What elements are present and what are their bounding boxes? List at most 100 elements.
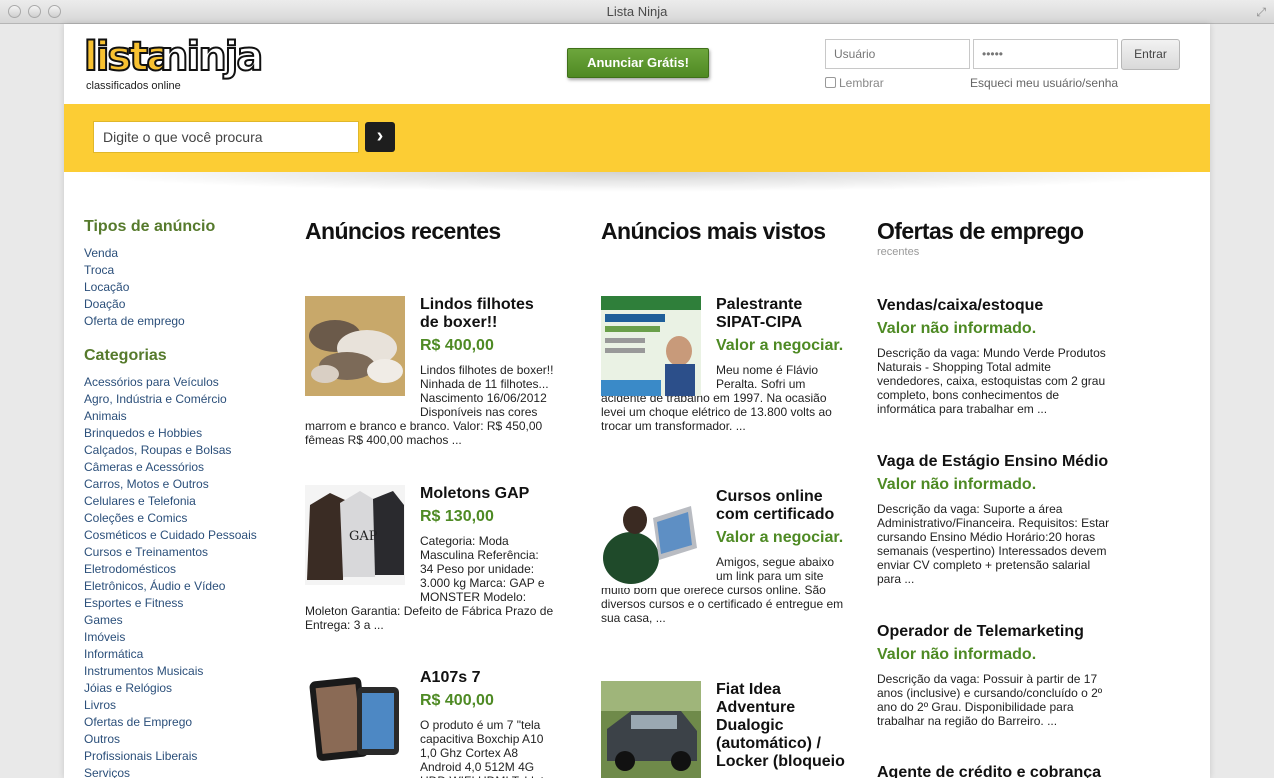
category-item[interactable]: Outros <box>84 731 284 748</box>
category-item[interactable]: Carros, Motos e Outros <box>84 476 284 493</box>
ad-title[interactable]: Moletons GAP <box>420 485 555 503</box>
category-item[interactable]: Games <box>84 612 284 629</box>
ad-price: R$ 130,00 <box>420 508 494 525</box>
window-title: Lista Ninja <box>606 4 668 19</box>
category-item[interactable]: Esportes e Fitness <box>84 595 284 612</box>
logo-text-lista: lista <box>83 33 174 81</box>
category-item[interactable]: Celulares e Telefonia <box>84 493 284 510</box>
online-course-image <box>601 488 701 588</box>
ad-title[interactable]: Fiat Idea Adventure Dualogic (automático… <box>716 681 851 771</box>
ad-photo-car[interactable] <box>601 681 701 778</box>
ad-desc-side: Amigos, segue abaixo um link para um sit… <box>716 555 835 583</box>
ad-photo-laptop-man[interactable] <box>601 488 701 588</box>
job-item[interactable]: Vendas/caixa/estoque Valor não informado… <box>877 297 1117 416</box>
job-item[interactable]: Vaga de Estágio Ensino Médio Valor não i… <box>877 453 1117 586</box>
ad-photo-tablet[interactable] <box>305 669 405 769</box>
ad-price: R$ 400,00 <box>420 337 494 354</box>
ad-desc-side: Categoria: Moda Masculina Referência: 34… <box>420 534 545 604</box>
sidebar-item-oferta-emprego[interactable]: Oferta de emprego <box>84 313 284 330</box>
category-item[interactable]: Serviços <box>84 765 284 778</box>
window-titlebar: Lista Ninja ⤢ <box>0 0 1274 24</box>
category-item[interactable]: Acessórios para Veículos <box>84 374 284 391</box>
recent-ads-column: Anúncios recentes <box>305 218 565 245</box>
category-item[interactable]: Livros <box>84 697 284 714</box>
ad-title[interactable]: Palestrante SIPAT-CIPA <box>716 296 851 332</box>
ad-desc-side: O produto é um 7 "tela capacitiva Boxchi… <box>420 718 544 778</box>
category-item[interactable]: Cosméticos e Cuidado Pessoais <box>84 527 284 544</box>
post-free-ad-button[interactable]: Anunciar Grátis! <box>567 48 709 78</box>
category-item[interactable]: Coleções e Comics <box>84 510 284 527</box>
sidebar-item-locacao[interactable]: Locação <box>84 279 284 296</box>
ad-card[interactable]: Palestrante SIPAT-CIPA Valor a negociar.… <box>601 296 851 433</box>
ad-photo-puppies[interactable] <box>305 296 405 396</box>
job-title[interactable]: Agente de crédito e cobrança <box>877 764 1117 778</box>
job-item[interactable]: Agente de crédito e cobrança <box>877 764 1117 778</box>
job-value: Valor não informado. <box>877 646 1037 663</box>
jobs-list: Vendas/caixa/estoque Valor não informado… <box>877 24 1117 778</box>
ad-price: Valor a negociar. <box>716 337 844 354</box>
category-item[interactable]: Cursos e Treinamentos <box>84 544 284 561</box>
job-value: Valor não informado. <box>877 320 1037 337</box>
car-image <box>601 681 701 778</box>
hoodies-image: GAP <box>305 485 405 585</box>
sidebar-item-venda[interactable]: Venda <box>84 245 284 262</box>
ad-desc-full: acidente de trabalho em 1997. Na ocasião… <box>601 391 832 433</box>
checkbox-icon[interactable] <box>825 77 836 88</box>
job-value: Valor não informado. <box>877 476 1037 493</box>
ad-card[interactable]: GAP Moletons GAP R$ 130,00 Categoria: Mo… <box>305 485 555 632</box>
category-item[interactable]: Instrumentos Musicais <box>84 663 284 680</box>
category-item[interactable]: Calçados, Roupas e Bolsas <box>84 442 284 459</box>
puppies-image <box>305 296 405 396</box>
categories-list: Acessórios para Veículos Agro, Indústria… <box>84 374 284 778</box>
ad-card[interactable]: Fiat Idea Adventure Dualogic (automático… <box>601 681 851 778</box>
logo-tagline: classificados online <box>86 80 181 92</box>
job-description: Descrição da vaga: Mundo Verde Produtos … <box>877 346 1106 416</box>
search-input[interactable]: Digite o que você procura <box>93 121 359 153</box>
most-viewed-heading: Anúncios mais vistos <box>601 218 826 244</box>
category-item[interactable]: Agro, Indústria e Comércio <box>84 391 284 408</box>
job-title[interactable]: Vaga de Estágio Ensino Médio <box>877 453 1117 471</box>
ad-desc-full: marrom e branco e branco. Valor: R$ 450,… <box>305 419 543 447</box>
category-item[interactable]: Animais <box>84 408 284 425</box>
sidebar-item-doacao[interactable]: Doação <box>84 296 284 313</box>
category-item[interactable]: Imóveis <box>84 629 284 646</box>
recent-ads-heading: Anúncios recentes <box>305 218 501 244</box>
page: lista ninja classificados online Anuncia… <box>64 24 1210 778</box>
fullscreen-icon[interactable]: ⤢ <box>1256 5 1266 20</box>
site-logo[interactable]: lista ninja classificados online <box>83 33 264 96</box>
category-item[interactable]: Eletrodomésticos <box>84 561 284 578</box>
sidebar-item-troca[interactable]: Troca <box>84 262 284 279</box>
category-item[interactable]: Eletrônicos, Áudio e Vídeo <box>84 578 284 595</box>
job-description: Descrição da vaga: Suporte a área Admini… <box>877 502 1110 586</box>
ad-types-heading: Tipos de anúncio <box>84 218 216 235</box>
ad-price: R$ 400,00 <box>420 692 494 709</box>
ad-card[interactable]: Lindos filhotes de boxer!! R$ 400,00 Lin… <box>305 296 555 447</box>
ad-desc-side: Meu nome é Flávio Peralta. Sofri um <box>716 363 819 391</box>
category-item[interactable]: Profissionais Liberais <box>84 748 284 765</box>
ad-price: Valor a negociar. <box>716 529 844 546</box>
ad-title[interactable]: Lindos filhotes de boxer!! <box>420 296 555 332</box>
ad-title[interactable]: Cursos online com certificado <box>716 488 851 524</box>
category-item[interactable]: Câmeras e Acessórios <box>84 459 284 476</box>
ad-photo-speaker[interactable] <box>601 296 701 396</box>
job-title[interactable]: Vendas/caixa/estoque <box>877 297 1117 315</box>
ad-card[interactable]: A107s 7 R$ 400,00 O produto é um 7 "tela… <box>305 669 555 778</box>
logo-text-ninja: ninja <box>159 33 264 81</box>
tablet-image <box>305 669 405 769</box>
job-description: Descrição da vaga: Possuir à partir de 1… <box>877 672 1103 728</box>
ad-title[interactable]: A107s 7 <box>420 669 555 687</box>
search-submit-button[interactable]: › <box>365 122 395 152</box>
category-item[interactable]: Jóias e Relógios <box>84 680 284 697</box>
chevron-right-icon: › <box>376 125 384 147</box>
ad-desc-side: Lindos filhotes de boxer!! Ninhada de 11… <box>420 363 554 419</box>
ad-desc-full: Moleton Garantia: Defeito de Fábrica Pra… <box>305 604 554 632</box>
category-item[interactable]: Ofertas de Emprego <box>84 714 284 731</box>
ad-card[interactable]: Cursos online com certificado Valor a ne… <box>601 488 851 625</box>
login-button[interactable]: Entrar <box>1121 39 1180 70</box>
job-title[interactable]: Operador de Telemarketing <box>877 623 1117 641</box>
ad-photo-hoodies[interactable]: GAP <box>305 485 405 585</box>
category-item[interactable]: Brinquedos e Hobbies <box>84 425 284 442</box>
category-item[interactable]: Informática <box>84 646 284 663</box>
remember-me-checkbox[interactable]: Lembrar <box>825 76 884 90</box>
job-item[interactable]: Operador de Telemarketing Valor não info… <box>877 623 1117 728</box>
